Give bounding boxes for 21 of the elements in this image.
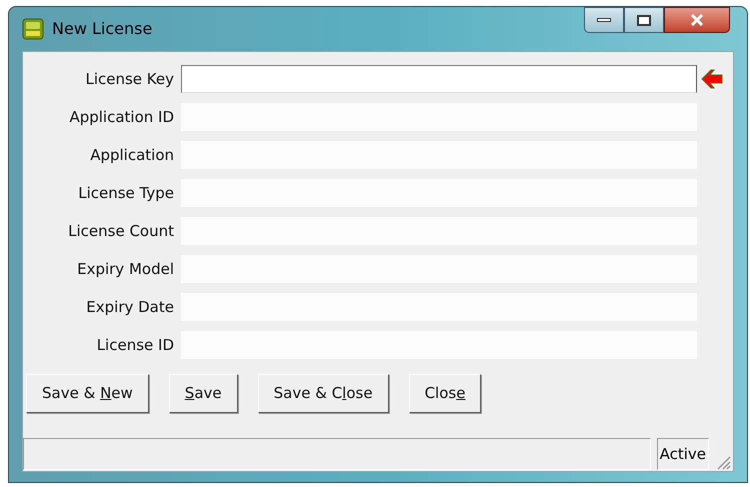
field-label: License Count	[67, 220, 175, 242]
close-button[interactable]	[664, 7, 730, 33]
field-label: License ID	[96, 334, 175, 356]
dialog-button[interactable]: Save	[168, 374, 238, 413]
dialog-button[interactable]: Save & Close	[258, 374, 389, 413]
close-icon	[690, 14, 704, 26]
field-label: Expiry Date	[85, 296, 175, 318]
field-label: Application	[89, 144, 175, 166]
app-logo-icon	[22, 18, 44, 40]
text-field[interactable]	[181, 65, 697, 93]
maximize-button[interactable]	[624, 7, 664, 33]
status-text: Active	[656, 438, 709, 470]
dialog-button[interactable]: Save & New	[26, 374, 149, 413]
minimize-button[interactable]	[584, 7, 624, 33]
field-label: License Key	[84, 68, 175, 90]
field-label: Application ID	[68, 106, 175, 128]
window-title: New License	[52, 18, 152, 40]
field-label: Expiry Model	[76, 258, 175, 280]
field-label: License Type	[77, 182, 175, 204]
dialog-button[interactable]: Close	[408, 374, 482, 413]
resize-grip-icon	[715, 454, 731, 470]
